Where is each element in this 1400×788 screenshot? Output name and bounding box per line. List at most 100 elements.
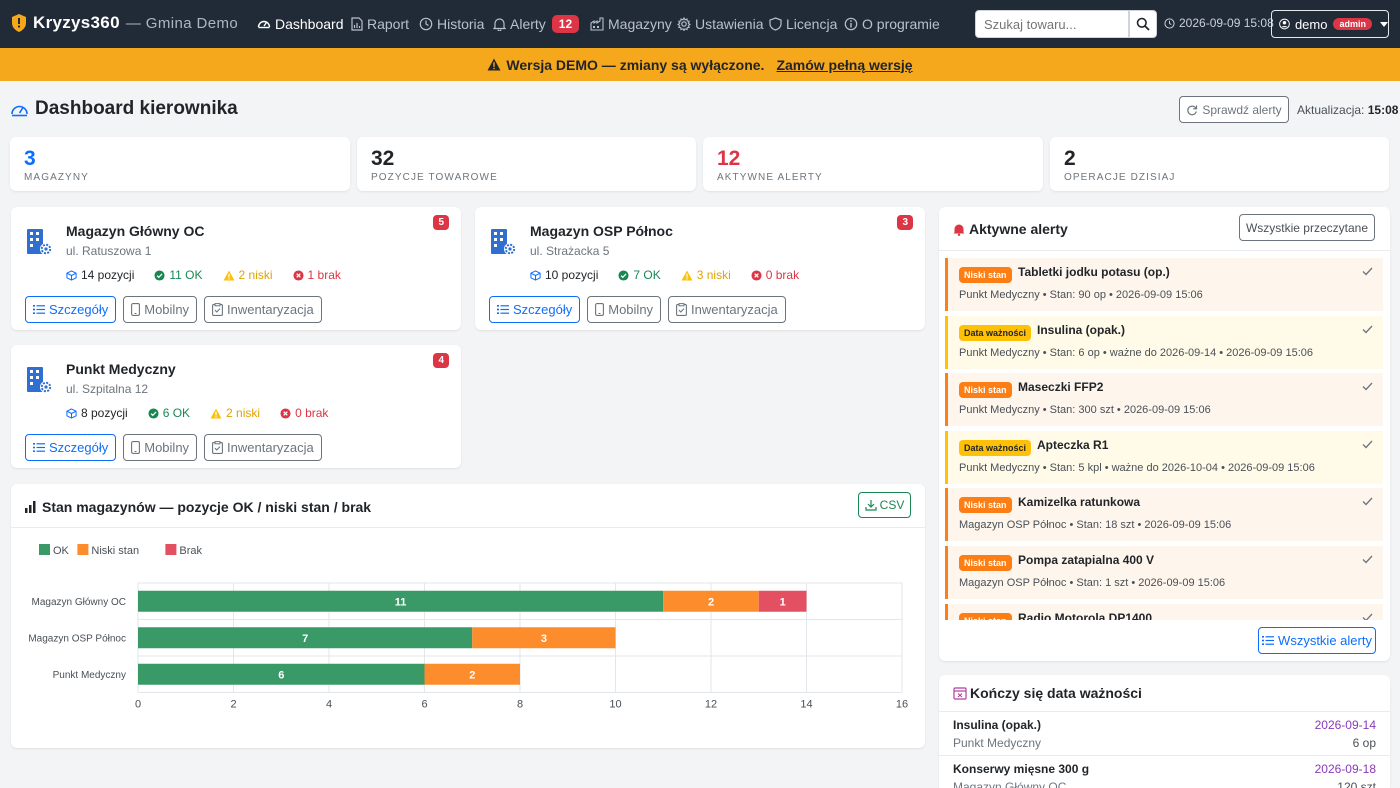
shield-logo-icon <box>12 14 26 32</box>
nav-raport[interactable]: Raport <box>351 15 409 33</box>
nav-o-programie[interactable]: O programie <box>844 15 940 33</box>
x-tick-label: 10 <box>609 699 621 711</box>
mobile-button[interactable]: Mobilny <box>123 296 198 323</box>
last-update-label: Aktualizacja: <box>1297 103 1365 117</box>
alerts-title-text: Aktywne alerty <box>969 221 1068 237</box>
order-full-version-link[interactable]: Zamów pełną wersję <box>776 57 912 73</box>
all-alerts-button[interactable]: Wszystkie alerty <box>1258 627 1376 654</box>
warehouse-alert-badge: 3 <box>897 215 913 230</box>
mark-read-check-icon[interactable] <box>1362 613 1373 620</box>
csv-export-button[interactable]: CSV <box>858 492 911 518</box>
check-alerts-button[interactable]: Sprawdź alerty <box>1179 96 1289 123</box>
mobile-button[interactable]: Mobilny <box>587 296 662 323</box>
alert-item[interactable]: Data ważności Apteczka R1 Punkt Medyczny •… <box>945 430 1383 484</box>
expiry-date-badge: Data ważności <box>959 324 1032 341</box>
inventory-button[interactable]: Inwentaryzacja <box>204 296 322 323</box>
mark-read-check-icon[interactable] <box>1362 497 1373 506</box>
alert-item[interactable]: Niski stan Tabletki jodku potasu (op.) Pun… <box>945 258 1383 311</box>
ok-text: 11 OK <box>169 268 203 282</box>
search-button[interactable] <box>1129 10 1157 38</box>
mark-all-read-button[interactable]: Wszystkie przeczytane <box>1239 214 1375 241</box>
mark-read-check-icon[interactable] <box>1362 325 1373 334</box>
inventory-button[interactable]: Inwentaryzacja <box>204 434 322 461</box>
demo-warning-text: Wersja DEMO — zmiany są wyłączone. <box>506 56 765 73</box>
clipboard-check-icon <box>676 303 687 316</box>
alert-item-name: Kamizelka ratunkowa <box>1018 495 1141 510</box>
nav-ustawienia-label: Ustawienia <box>695 16 764 32</box>
mark-read-check-icon[interactable] <box>1362 440 1373 449</box>
positions-text: 10 pozycji <box>545 268 599 282</box>
details-button[interactable]: Szczegóły <box>489 296 581 323</box>
x-circle-icon <box>751 269 762 281</box>
stat-label: POZYCJE TOWAROWE <box>371 172 498 183</box>
warehouse-address: ul. Strażacka 5 <box>530 244 610 258</box>
report-icon <box>351 17 363 31</box>
warehouse-alert-badge: 5 <box>433 215 449 230</box>
brand-title: Kryzys360 <box>33 13 120 32</box>
x-tick-label: 14 <box>800 699 812 711</box>
nav-licencja[interactable]: Licencja <box>769 15 837 33</box>
mobile-label: Mobilny <box>608 302 654 317</box>
details-button[interactable]: Szczegóły <box>25 296 117 323</box>
mark-read-check-icon[interactable] <box>1362 382 1373 391</box>
box-icon <box>66 269 77 281</box>
missing-count: 1 brak <box>292 268 351 282</box>
expiry-item-date: 2026-09-18 <box>1314 762 1376 776</box>
low-count: 3 niski <box>681 268 741 282</box>
details-label: Szczegóły <box>513 302 573 317</box>
list-icon <box>497 305 509 314</box>
alert-item[interactable]: Niski stan Pompa zatapialna 400 V Magazyn … <box>945 546 1383 599</box>
brand[interactable]: Kryzys360 — Gmina Demo <box>10 13 238 33</box>
nav-dashboard[interactable]: Dashboard <box>257 15 344 33</box>
search-input[interactable] <box>975 10 1129 38</box>
warehouse-name[interactable]: Punkt Medyczny <box>66 361 176 377</box>
check-circle-icon <box>148 407 159 419</box>
chevron-down-icon <box>1380 21 1388 27</box>
list-icon <box>1262 636 1275 645</box>
inventory-button[interactable]: Inwentaryzacja <box>668 296 786 323</box>
x-tick-label: 16 <box>896 699 908 711</box>
positions-text: 14 pozycji <box>81 268 135 282</box>
bar-chart-icon <box>25 501 36 513</box>
x-circle-icon <box>292 269 304 281</box>
expiry-item[interactable]: Insulina (opak.) 2026-09-14 Punkt Medycz… <box>939 712 1390 754</box>
datetime-text: 2026-09-09 15:08 <box>1179 16 1274 30</box>
expiry-date-badge: Data ważności <box>959 439 1032 456</box>
nav-dashboard-label: Dashboard <box>275 16 344 32</box>
alert-item[interactable]: Niski stan Kamizelka ratunkowa Magazyn OSP… <box>945 488 1383 542</box>
nav-alerty[interactable]: Alerty 12 <box>493 15 580 33</box>
alerts-list[interactable]: Niski stan Tabletki jodku potasu (op.) Pun… <box>945 258 1383 620</box>
mark-read-check-icon[interactable] <box>1362 555 1373 564</box>
nav-ustawienia[interactable]: Ustawienia <box>677 15 763 33</box>
stat-label: AKTYWNE ALERTY <box>717 172 823 183</box>
mobile-button[interactable]: Mobilny <box>123 434 198 461</box>
mobile-label: Mobilny <box>144 440 190 455</box>
phone-icon <box>595 303 605 316</box>
inventory-label: Inwentaryzacja <box>227 440 314 455</box>
mark-read-check-icon[interactable] <box>1362 267 1373 276</box>
active-alerts-card: Aktywne alerty Wszystkie przeczytane Nis… <box>939 207 1390 661</box>
bar-value-label: 1 <box>780 596 786 608</box>
alert-item[interactable]: Niski stan Radio Motorola DP1400 <box>945 603 1383 620</box>
nav-magazyny[interactable]: Magazyny <box>590 15 672 33</box>
user-menu-button[interactable]: demo admin <box>1271 10 1389 38</box>
user-avatar-icon <box>1279 18 1290 30</box>
details-label: Szczegóły <box>49 440 109 455</box>
warehouse-name[interactable]: Magazyn Główny OC <box>66 223 204 239</box>
alert-item[interactable]: Niski stan Maseczki FFP2 Punkt Medyczny • … <box>945 373 1383 427</box>
positions-count: 14 pozycji <box>66 268 144 282</box>
warehouse-icon <box>590 17 604 31</box>
expiry-item-qty: 6 op <box>1352 736 1376 750</box>
clipboard-check-icon <box>212 303 223 316</box>
expiry-item[interactable]: Konserwy mięsne 300 g 2026-09-18 Magazyn… <box>939 755 1390 788</box>
alert-item-name: Tabletki jodku potasu (op.) <box>1018 265 1170 279</box>
alert-item[interactable]: Data ważności Insulina (opak.) Punkt Medyc… <box>945 315 1383 369</box>
box-icon <box>530 269 541 281</box>
low-text: 3 niski <box>696 268 731 282</box>
positions-count: 10 pozycji <box>530 268 608 282</box>
chart-title-text: Stan magazynów — pozycje OK / niski stan… <box>42 499 372 515</box>
details-button[interactable]: Szczegóły <box>25 434 117 461</box>
nav-historia[interactable]: Historia <box>419 15 484 33</box>
history-icon <box>419 17 433 31</box>
warehouse-name[interactable]: Magazyn OSP Północ <box>530 223 673 239</box>
